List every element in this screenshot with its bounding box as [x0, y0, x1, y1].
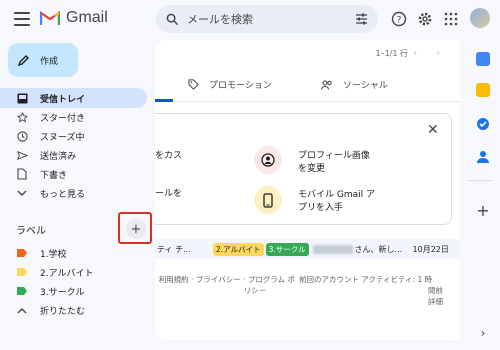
get-mobile-app-link[interactable]: モバイル Gmail ア プリを入手 — [298, 189, 375, 215]
setup-card: ✕ をカス ールを プロフィール画像 を変更 モバイル Gmail ア プリを入… — [155, 113, 452, 225]
label-tag-icon — [17, 268, 27, 276]
label-item-school[interactable]: 1.学校 — [0, 243, 147, 263]
gmail-logo[interactable]: Gmail — [40, 9, 108, 27]
setup-text-customize[interactable]: をカス — [155, 150, 182, 163]
rail-divider — [468, 180, 492, 181]
app-name: Gmail — [66, 9, 108, 26]
label-item-circle[interactable]: 3.サークル — [0, 281, 147, 301]
help-icon[interactable]: ? — [390, 10, 408, 28]
search-bar[interactable]: メールを検索 — [156, 5, 378, 33]
label-item-parttime[interactable]: 2.アルバイト — [0, 262, 147, 282]
keep-icon[interactable] — [476, 83, 490, 97]
contacts-icon[interactable] — [476, 150, 490, 164]
redacted-name — [312, 244, 353, 254]
close-icon[interactable]: ✕ — [427, 122, 439, 138]
label-badge-parttime: 2.アルバイト — [213, 242, 264, 256]
mobile-phone-icon — [254, 186, 282, 214]
pagination-text: 1–1/1 行 — [375, 49, 408, 58]
compose-label: 作成 — [40, 56, 59, 67]
labels-heading: ラベル — [16, 226, 46, 237]
gmail-m-icon — [40, 11, 60, 25]
filter-options-icon[interactable] — [355, 13, 368, 25]
email-row[interactable]: ティ チ... 2.アルバイト 3.サークル さん、新し... 10月22日 — [155, 239, 460, 259]
sidebar-item-collapse[interactable]: 折りたたむ — [0, 300, 147, 320]
send-icon — [16, 149, 28, 161]
sidebar-item-label: 下書き — [40, 170, 68, 181]
pencil-icon — [18, 55, 29, 66]
tab-label: ソーシャル — [343, 81, 388, 91]
svg-text:?: ? — [397, 16, 402, 26]
avatar[interactable] — [470, 8, 490, 28]
label-badge-circle: 3.サークル — [265, 242, 309, 256]
search-icon[interactable] — [166, 13, 179, 26]
sidebar-item-starred[interactable]: スター付き — [0, 107, 147, 127]
draft-icon — [16, 168, 28, 180]
tabs-divider — [155, 101, 460, 102]
tasks-icon[interactable] — [476, 117, 490, 131]
setup-text-import[interactable]: ールを — [155, 188, 182, 201]
next-page-icon[interactable]: › — [431, 45, 445, 59]
sidebar-item-label: 送信済み — [40, 151, 77, 162]
label-name: 1.学校 — [40, 249, 67, 260]
inbox-icon — [16, 92, 28, 104]
email-subject: ティ チ... — [157, 244, 191, 254]
sidebar-item-label: 受信トレイ — [40, 94, 86, 105]
active-tab-indicator — [155, 99, 173, 102]
sidebar-item-label: もっと見る — [40, 189, 86, 200]
settings-icon[interactable] — [416, 10, 434, 28]
prev-page-icon[interactable]: ‹ — [408, 45, 422, 59]
star-icon — [16, 111, 28, 123]
label-name: 2.アルバイト — [40, 268, 94, 279]
tag-icon — [188, 79, 199, 90]
add-label-button[interactable]: + — [126, 219, 146, 239]
label-tag-icon — [17, 249, 27, 257]
email-snippet: さん、新し... — [354, 244, 403, 254]
chevron-down-icon — [16, 187, 28, 199]
calendar-icon[interactable] — [476, 52, 490, 66]
chevron-right-icon[interactable]: › — [476, 326, 490, 340]
compose-button[interactable]: 作成 — [8, 43, 78, 77]
account-activity: 前回のアカウント アクティビティ: 1 時 間前 詳細 — [299, 274, 449, 307]
details-link[interactable]: 詳細 — [299, 296, 449, 307]
sidebar-item-drafts[interactable]: 下書き — [0, 164, 147, 184]
chevron-up-icon — [16, 304, 28, 316]
email-date: 10月22日 — [412, 244, 449, 254]
main-panel: 1–1/1 行 ‹ › プロモーション ソーシャル ✕ をカス ールを プロフィ… — [155, 40, 460, 340]
sidebar-item-snoozed[interactable]: スヌーズ中 — [0, 126, 147, 146]
change-profile-photo-link[interactable]: プロフィール画像 を変更 — [298, 150, 370, 176]
sidebar-item-label: 折りたたむ — [40, 306, 86, 317]
add-addon-icon[interactable]: + — [476, 201, 490, 220]
sidebar-item-label: スター付き — [40, 113, 86, 124]
sidebar-item-more[interactable]: もっと見る — [0, 183, 147, 203]
search-input[interactable]: メールを検索 — [187, 11, 355, 27]
tab-label: プロモーション — [209, 81, 272, 91]
clock-icon — [16, 130, 28, 142]
label-name: 3.サークル — [40, 287, 85, 298]
sidebar-item-sent[interactable]: 送信済み — [0, 145, 147, 165]
sidebar-item-label: スヌーズ中 — [40, 132, 85, 143]
menu-icon[interactable] — [14, 12, 30, 26]
profile-photo-icon — [254, 146, 282, 174]
people-icon — [321, 79, 332, 90]
sidebar-item-inbox[interactable]: 受信トレイ — [0, 88, 147, 108]
tab-promotions[interactable]: プロモーション — [188, 78, 272, 91]
label-tag-icon — [17, 287, 27, 295]
apps-grid-icon[interactable] — [442, 10, 460, 28]
footer-links[interactable]: 利用規約 · プライバシー · プログラム ポ リシー — [155, 274, 295, 296]
tab-social[interactable]: ソーシャル — [321, 78, 388, 91]
